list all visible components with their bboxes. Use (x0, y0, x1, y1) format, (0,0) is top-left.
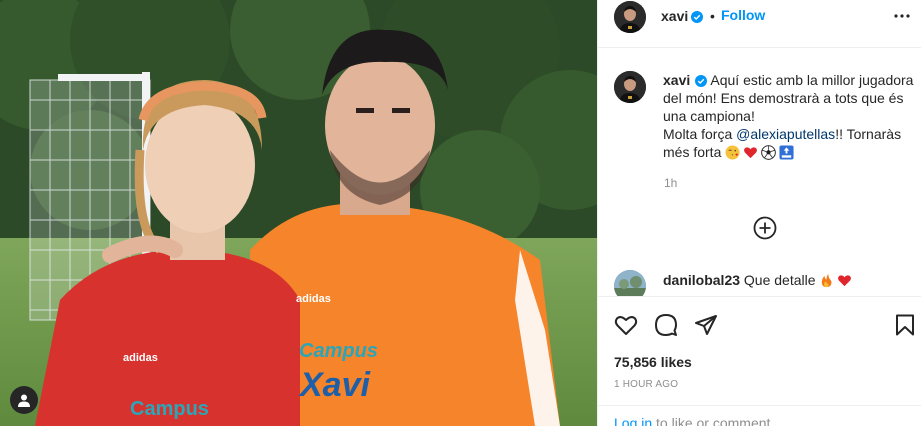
login-prompt: Log in to like or comment. (598, 405, 921, 426)
load-more-comments-button[interactable] (753, 216, 777, 240)
red-heart-icon (744, 147, 758, 159)
verified-icon (691, 11, 704, 23)
comment-avatar[interactable] (614, 270, 646, 296)
send-icon (695, 315, 717, 335)
header-username[interactable]: xavi (661, 8, 704, 24)
caption-username[interactable]: xavi (663, 72, 690, 88)
caption-section: xavi Aquí estic amb la millor jugadora d… (598, 48, 921, 248)
fire-icon (822, 273, 832, 288)
post-time[interactable]: 1 HOUR AGO (614, 379, 678, 390)
avatar-image (614, 1, 646, 33)
share-button[interactable] (694, 313, 718, 337)
heart-icon (614, 316, 638, 335)
top-arrow-icon (779, 145, 794, 160)
comment-item: danilobal23 Que detalle (598, 266, 921, 296)
more-icon (894, 14, 910, 18)
jersey-right-brand: adidas (296, 293, 331, 305)
comment-text: Que detalle (743, 272, 816, 288)
comment-button[interactable] (654, 313, 678, 337)
post-actions: 75,856 likes 1 HOUR AGO Log in to like o… (598, 296, 921, 426)
soccer-ball-icon (761, 145, 777, 160)
header-username-text[interactable]: xavi (661, 8, 688, 24)
post-photo[interactable]: adidas Campus adidas Campus Xavi (0, 0, 597, 426)
jersey-left-text: Campus (130, 398, 209, 420)
like-button[interactable] (614, 313, 638, 337)
caption-line2-prefix: Molta força (663, 126, 737, 142)
verified-icon (695, 75, 708, 87)
caption-time[interactable]: 1h (664, 176, 677, 190)
follow-button[interactable]: Follow (721, 7, 765, 23)
save-button[interactable] (893, 313, 917, 337)
face-blowing-kiss-icon (725, 145, 740, 160)
avatar-image (614, 71, 646, 103)
jersey-right-text1: Campus (299, 340, 378, 362)
separator-dot: • (710, 8, 715, 24)
avatar-image (614, 270, 646, 296)
comment-username[interactable]: danilobal23 (663, 272, 740, 288)
post-header: xavi • Follow (598, 0, 921, 48)
jersey-right-text2: Xavi (300, 366, 370, 404)
more-options-button[interactable] (894, 6, 910, 26)
post-side-panel: xavi • Follow xavi Aquí estic amb la mil… (597, 0, 921, 426)
comment-emojis (819, 273, 852, 288)
comment-body: danilobal23 Que detalle (663, 272, 852, 288)
caption-avatar[interactable] (614, 71, 646, 103)
red-heart-icon (838, 275, 852, 287)
login-prompt-text: to like or comment. (652, 415, 775, 426)
caption-text: xavi Aquí estic amb la millor jugadora d… (663, 71, 915, 161)
mention-link[interactable]: @alexiaputellas (736, 126, 835, 142)
plus-circle-icon (753, 216, 777, 240)
bookmark-icon (896, 314, 914, 336)
comment-icon (655, 314, 677, 336)
user-icon (18, 394, 30, 407)
login-link[interactable]: Log in (614, 415, 652, 426)
jersey-left-brand: adidas (123, 352, 158, 364)
tagged-user-button[interactable] (10, 386, 38, 414)
caption-emojis (725, 145, 794, 160)
likes-count[interactable]: 75,856 likes (614, 354, 692, 370)
avatar[interactable] (614, 1, 646, 33)
